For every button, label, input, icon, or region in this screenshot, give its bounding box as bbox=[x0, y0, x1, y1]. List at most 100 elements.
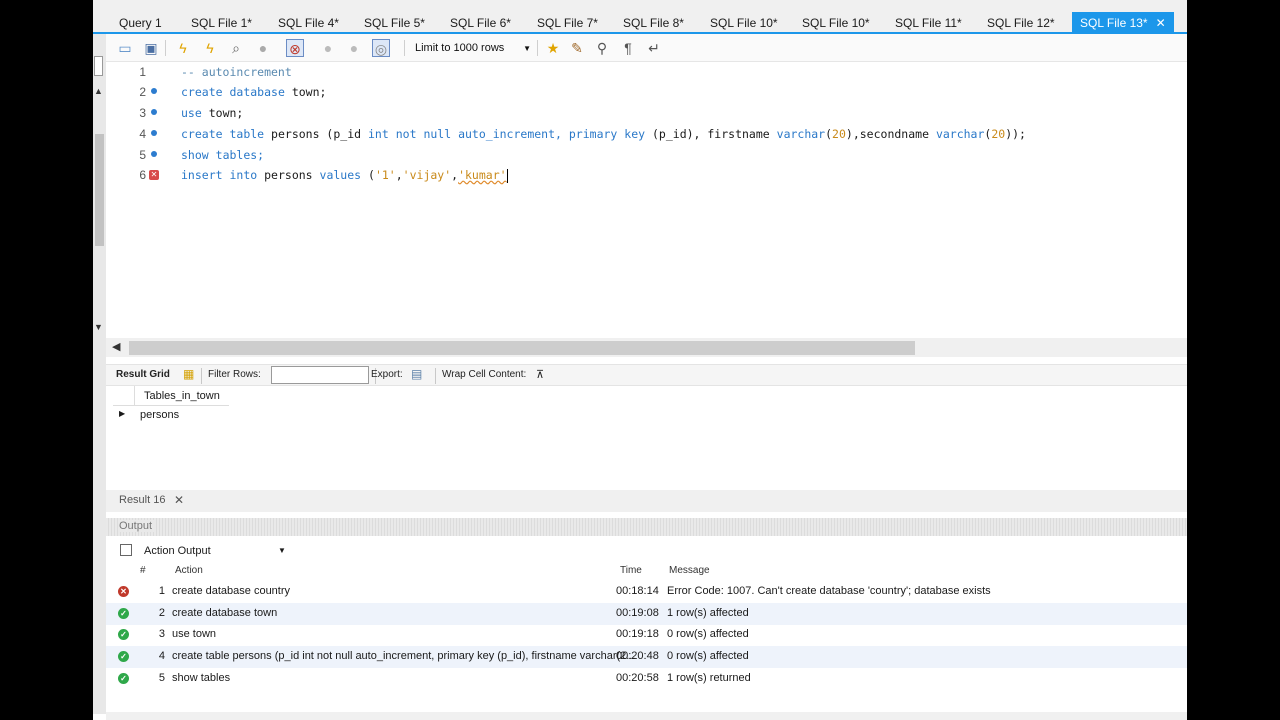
row-pointer-icon: ▶ bbox=[119, 409, 126, 418]
chevron-down-icon: ▼ bbox=[523, 44, 531, 53]
column-header-message: Message bbox=[669, 565, 710, 576]
time-cell: 00:19:08 bbox=[616, 607, 659, 619]
tab-sql-file-6[interactable]: SQL File 6* bbox=[450, 13, 511, 33]
stop-icon[interactable]: ● bbox=[254, 39, 272, 57]
toolbar-separator bbox=[404, 40, 405, 56]
message-cell: 1 row(s) returned bbox=[667, 672, 751, 684]
horizontal-scrollbar-thumb[interactable] bbox=[129, 341, 915, 355]
success-icon: ✓ bbox=[118, 608, 129, 619]
action-cell: create table persons (p_id int not null … bbox=[172, 650, 636, 662]
time-cell: 00:18:14 bbox=[616, 585, 659, 597]
line-number: 4 bbox=[139, 127, 146, 141]
column-header-action: Action bbox=[175, 565, 203, 576]
line-number: 6 bbox=[139, 168, 146, 182]
scroll-down-icon[interactable]: ▼ bbox=[94, 322, 103, 332]
output-type-select[interactable]: Action Output ▼ bbox=[106, 540, 1187, 562]
execute-icon[interactable]: ϟ bbox=[174, 39, 192, 57]
gutter-box bbox=[94, 56, 103, 76]
scroll-up-icon[interactable]: ▲ bbox=[94, 86, 103, 96]
close-icon[interactable]: ✕ bbox=[1156, 16, 1166, 30]
tab-sql-file-12[interactable]: SQL File 12* bbox=[987, 13, 1055, 33]
wrap-icon[interactable]: ↵ bbox=[645, 39, 663, 57]
action-cell: use town bbox=[172, 628, 217, 640]
execute-current-icon[interactable]: ϟ bbox=[201, 39, 219, 57]
horizontal-scrollbar[interactable]: ◀ bbox=[106, 338, 1187, 357]
tab-sql-file-4[interactable]: SQL File 4* bbox=[278, 13, 339, 33]
tab-sql-file-13[interactable]: SQL File 13* ✕ bbox=[1072, 12, 1174, 34]
statement-ok-marker bbox=[151, 88, 157, 94]
tab-result-16[interactable]: Result 16 bbox=[119, 494, 165, 506]
message-cell: 0 row(s) affected bbox=[667, 628, 749, 640]
grid-corner bbox=[113, 386, 135, 406]
table-row[interactable]: ✕ 1 create database country 00:18:14 Err… bbox=[106, 581, 1187, 603]
code-text: insert into persons values ('1','vijay',… bbox=[181, 168, 508, 183]
wrap-cell-label: Wrap Cell Content: bbox=[442, 369, 527, 380]
row-number: 2 bbox=[158, 607, 165, 619]
line-number: 1 bbox=[139, 65, 146, 79]
save-icon[interactable]: ▣ bbox=[142, 39, 160, 57]
code-text: use town; bbox=[181, 106, 244, 120]
toggle-continue-icon[interactable]: ⊗ bbox=[286, 39, 304, 57]
beautify-icon[interactable]: ✎ bbox=[568, 39, 586, 57]
filter-rows-input[interactable] bbox=[271, 366, 369, 384]
copy-icon[interactable] bbox=[120, 544, 132, 556]
code-text: show tables; bbox=[181, 148, 265, 162]
code-text: -- autoincrement bbox=[181, 65, 292, 79]
tab-sql-file-10[interactable]: SQL File 10* bbox=[710, 13, 778, 33]
find-icon[interactable]: ⚲ bbox=[593, 39, 611, 57]
favorite-icon[interactable]: ★ bbox=[544, 39, 562, 57]
export-icon[interactable]: ▤ bbox=[411, 367, 422, 381]
message-cell: 1 row(s) affected bbox=[667, 607, 749, 619]
error-icon: ✕ bbox=[118, 586, 129, 597]
message-cell: 0 row(s) affected bbox=[667, 650, 749, 662]
action-cell: show tables bbox=[172, 672, 231, 684]
tab-sql-file-10-b[interactable]: SQL File 10* bbox=[802, 13, 870, 33]
invisible-chars-icon[interactable]: ¶ bbox=[619, 39, 637, 57]
toolbar-separator bbox=[165, 40, 166, 56]
tab-sql-file-11[interactable]: SQL File 11* bbox=[895, 13, 962, 33]
statement-ok-marker bbox=[151, 109, 157, 115]
tab-sql-file-8[interactable]: SQL File 8* bbox=[623, 13, 684, 33]
column-header-time: Time bbox=[620, 565, 642, 576]
chevron-down-icon: ▼ bbox=[278, 546, 286, 555]
tab-query-1[interactable]: Query 1 bbox=[119, 13, 162, 33]
sql-editor[interactable]: 1 -- autoincrement 2 create database tow… bbox=[106, 62, 1187, 338]
left-gutter: ▲ ▼ bbox=[93, 34, 106, 714]
autocommit-icon[interactable]: ◎ bbox=[372, 39, 390, 57]
success-icon: ✓ bbox=[118, 651, 129, 662]
tab-sql-file-1[interactable]: SQL File 1* bbox=[191, 13, 252, 33]
table-row[interactable]: ✓ 3 use town 00:19:18 0 row(s) affected bbox=[106, 624, 1187, 646]
vertical-scrollbar-thumb[interactable] bbox=[95, 134, 104, 246]
success-icon: ✓ bbox=[118, 629, 129, 640]
success-icon: ✓ bbox=[118, 673, 129, 684]
explain-icon[interactable]: ⌕ bbox=[227, 39, 245, 57]
table-row[interactable]: ✓ 5 show tables 00:20:58 1 row(s) return… bbox=[106, 668, 1187, 690]
table-row[interactable]: ✓ 2 create database town 00:19:08 1 row(… bbox=[106, 603, 1187, 625]
open-file-icon[interactable]: ▭ bbox=[116, 39, 134, 57]
output-title: Output bbox=[119, 520, 157, 532]
row-number: 5 bbox=[158, 672, 165, 684]
result-grid-button[interactable]: Result Grid bbox=[116, 369, 170, 380]
output-type-value: Action Output bbox=[144, 545, 211, 557]
rollback-icon[interactable]: ● bbox=[345, 39, 363, 57]
limit-rows-select[interactable]: Limit to 1000 rows ▼ bbox=[413, 39, 533, 58]
statement-ok-marker bbox=[151, 151, 157, 157]
scroll-left-icon[interactable]: ◀ bbox=[112, 340, 120, 353]
limit-rows-value: Limit to 1000 rows bbox=[415, 42, 505, 54]
table-row[interactable]: ✓ 4 create table persons (p_id int not n… bbox=[106, 646, 1187, 668]
column-header[interactable]: Tables_in_town bbox=[144, 390, 220, 402]
column-header-num: # bbox=[140, 565, 146, 576]
table-cell[interactable]: persons bbox=[140, 409, 179, 421]
sql-tab-bar: Query 1 SQL File 1* SQL File 4* SQL File… bbox=[93, 6, 1187, 34]
close-icon[interactable]: ✕ bbox=[174, 493, 184, 507]
wrap-cell-icon[interactable]: ⊼ bbox=[536, 368, 544, 381]
grid-icon[interactable]: ▦ bbox=[183, 367, 194, 381]
commit-icon[interactable]: ● bbox=[319, 39, 337, 57]
tab-label: SQL File 13* bbox=[1080, 16, 1148, 30]
action-cell: create database country bbox=[172, 585, 291, 597]
row-number: 3 bbox=[158, 628, 165, 640]
tab-sql-file-5[interactable]: SQL File 5* bbox=[364, 13, 425, 33]
table-row[interactable]: ▶ persons bbox=[113, 406, 229, 424]
tab-sql-file-7[interactable]: SQL File 7* bbox=[537, 13, 598, 33]
export-label: Export: bbox=[371, 369, 403, 380]
